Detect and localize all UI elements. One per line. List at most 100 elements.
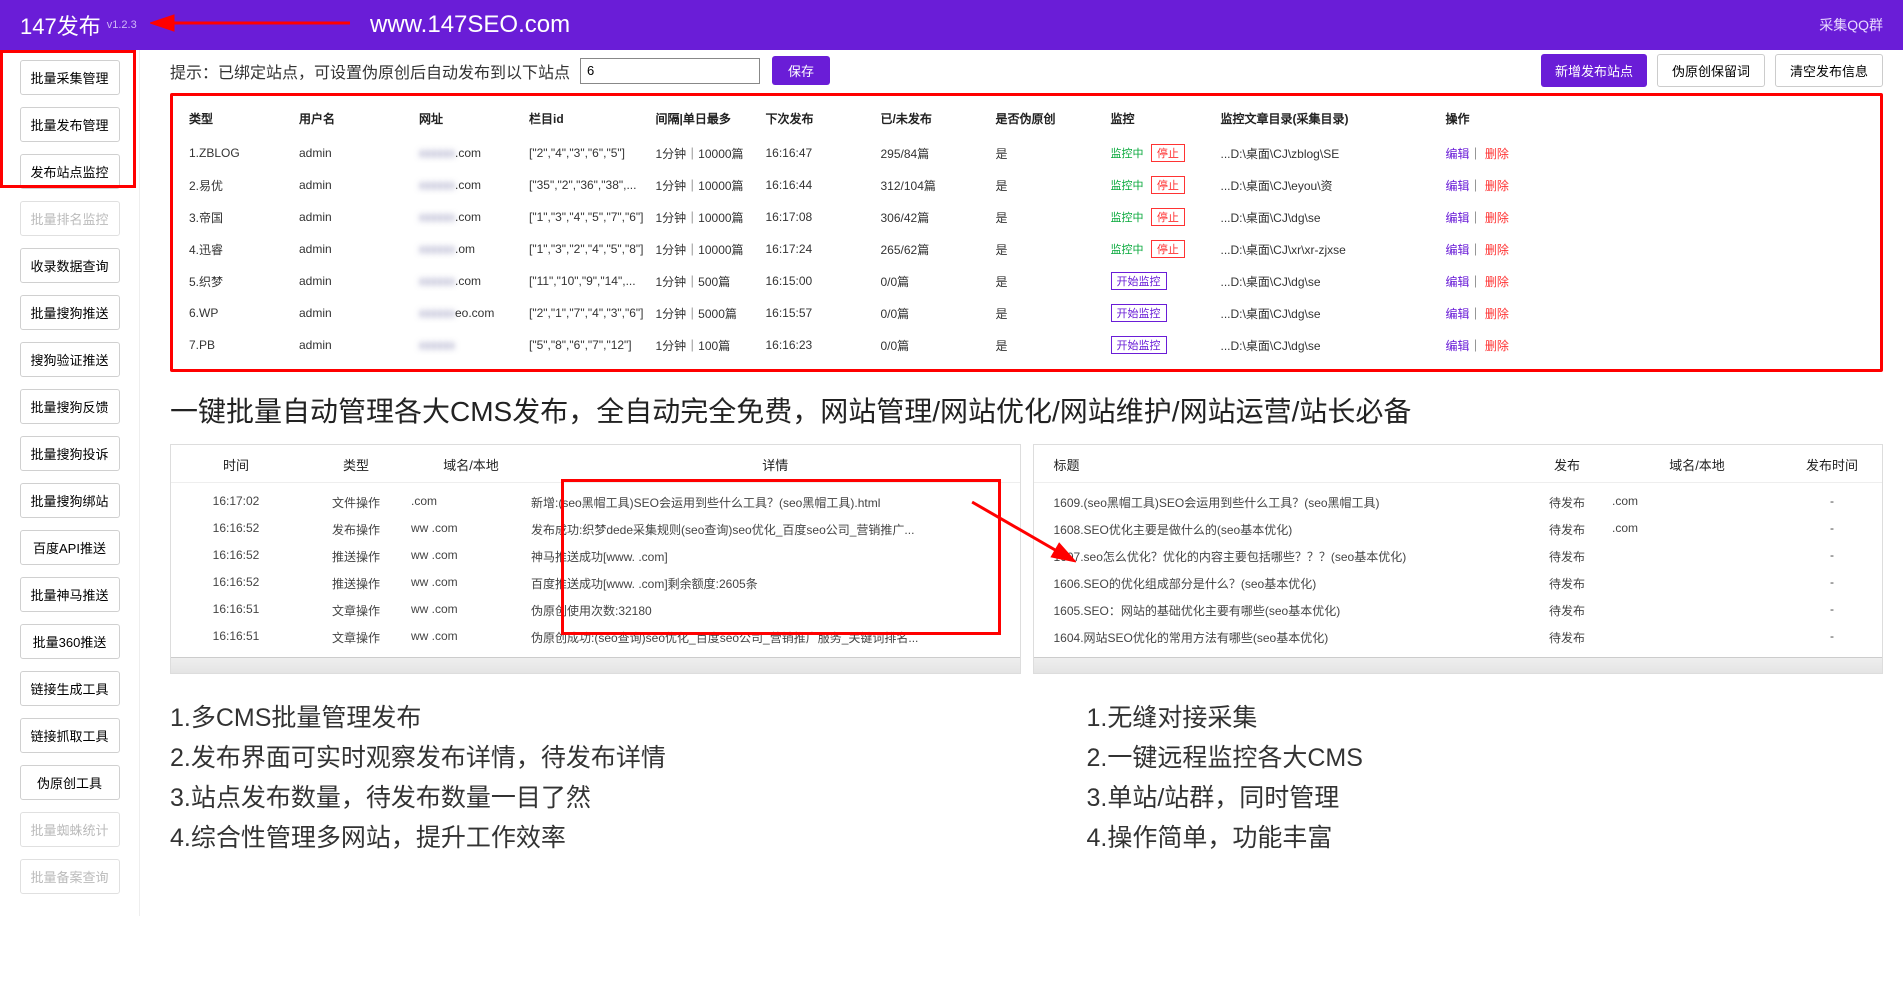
table-row: 5.织梦adminxxxxxx.com["11","10","9","14",.… (183, 265, 1870, 297)
cell-dir: ...D:\桌面\CJ\zblog\SE (1215, 137, 1440, 169)
cell-type: 3.帝国 (183, 201, 293, 233)
monitor-status: 监控中 (1111, 212, 1144, 224)
cell-col: ["5","8","6","7","12"] (523, 329, 650, 361)
monitor-status: 监控中 (1111, 244, 1144, 256)
sidebar-item[interactable]: 批量搜狗投诉 (20, 436, 120, 471)
sidebar-item[interactable]: 链接生成工具 (20, 671, 120, 706)
cell-pub: 0/0篇 (875, 297, 990, 329)
col-int: 间隔|单日最多 (650, 100, 760, 137)
bullet-item: 2.发布界面可实时观察发布详情，待发布详情 (170, 738, 967, 774)
cell-op: 编辑｜ 删除 (1440, 297, 1871, 329)
log-row: 16:16:52推送操作ww .com百度推送成功[www. .com]剩余额度… (171, 570, 1020, 597)
cell-col: ["2","1","7","4","3","6"] (523, 297, 650, 329)
col-type: 类型 (183, 100, 293, 137)
qq-group-link[interactable]: 采集QQ群 (1819, 15, 1883, 35)
delete-link[interactable]: 删除 (1485, 307, 1509, 321)
delete-link[interactable]: 删除 (1485, 147, 1509, 161)
edit-link[interactable]: 编辑 (1446, 339, 1470, 353)
cell-col: ["11","10","9","14",... (523, 265, 650, 297)
stop-button[interactable]: 停止 (1151, 208, 1185, 226)
delete-link[interactable]: 删除 (1485, 211, 1509, 225)
cell-fake[interactable]: 是 (990, 233, 1105, 265)
cell-dir: ...D:\桌面\CJ\dg\se (1215, 265, 1440, 297)
start-button[interactable]: 开始监控 (1111, 336, 1167, 354)
start-button[interactable]: 开始监控 (1111, 272, 1167, 290)
sidebar-item[interactable]: 百度API推送 (20, 530, 120, 565)
sidebar-item[interactable]: 批量神马推送 (20, 577, 120, 612)
col-op: 操作 (1440, 100, 1871, 137)
sites-table-container: 类型 用户名 网址 栏目id 间隔|单日最多 下次发布 已/未发布 是否伪原创 … (170, 93, 1883, 372)
log-row: 1606.SEO的优化组成部分是什么？(seo基本优化)待发布- (1034, 570, 1883, 597)
cell-op: 编辑｜ 删除 (1440, 169, 1871, 201)
cell-pub: 306/42篇 (875, 201, 990, 233)
sidebar-item[interactable]: 批量发布管理 (20, 107, 120, 142)
scrollbar[interactable] (1034, 657, 1883, 673)
cell-url: xxxxxxeo.com (413, 297, 523, 329)
bullet-item: 3.站点发布数量，待发布数量一目了然 (170, 778, 967, 814)
stop-button[interactable]: 停止 (1151, 144, 1185, 162)
edit-link[interactable]: 编辑 (1446, 179, 1470, 193)
delete-link[interactable]: 删除 (1485, 339, 1509, 353)
sidebar-item[interactable]: 批量搜狗推送 (20, 295, 120, 330)
sidebar-item[interactable]: 发布站点监控 (20, 154, 120, 189)
table-row: 2.易优adminxxxxxx.com["35","2","36","38",.… (183, 169, 1870, 201)
sidebar-item[interactable]: 批量搜狗绑站 (20, 483, 120, 518)
cell-user: admin (293, 169, 413, 201)
feature-bullets: 1.多CMS批量管理发布 2.发布界面可实时观察发布详情，待发布详情 3.站点发布数… (170, 694, 1883, 858)
start-button[interactable]: 开始监控 (1111, 304, 1167, 322)
edit-link[interactable]: 编辑 (1446, 243, 1470, 257)
keep-words-button[interactable]: 伪原创保留词 (1657, 54, 1765, 87)
cell-mon: 开始监控 (1105, 329, 1215, 361)
sidebar-item[interactable]: 批量搜狗反馈 (20, 389, 120, 424)
cell-fake[interactable]: 是 (990, 137, 1105, 169)
cell-url: xxxxxx (413, 329, 523, 361)
cell-fake[interactable]: 是 (990, 169, 1105, 201)
save-button[interactable]: 保存 (772, 56, 830, 85)
cell-fake[interactable]: 是 (990, 265, 1105, 297)
bullet-item: 1.无缝对接采集 (1087, 698, 1884, 734)
table-row: 1.ZBLOGadminxxxxxx.com["2","4","3","6","… (183, 137, 1870, 169)
col-pub: 已/未发布 (875, 100, 990, 137)
edit-link[interactable]: 编辑 (1446, 275, 1470, 289)
delete-link[interactable]: 删除 (1485, 275, 1509, 289)
stop-button[interactable]: 停止 (1151, 240, 1185, 258)
log-h-title: 标题 (1034, 455, 1523, 474)
log-row: 1609.(seo黑帽工具)SEO会运用到些什么工具？(seo黑帽工具)待发布 … (1034, 489, 1883, 516)
log-h-detail: 详情 (531, 455, 1020, 474)
app-version: v1.2.3 (107, 19, 137, 31)
cell-dir: ...D:\桌面\CJ\dg\se (1215, 297, 1440, 329)
sidebar-item: 批量备案查询 (20, 859, 120, 894)
token-input[interactable] (580, 58, 760, 84)
delete-link[interactable]: 删除 (1485, 179, 1509, 193)
scrollbar[interactable] (171, 657, 1020, 673)
edit-link[interactable]: 编辑 (1446, 211, 1470, 225)
cell-fake[interactable]: 是 (990, 297, 1105, 329)
cell-dir: ...D:\桌面\CJ\eyou\资 (1215, 169, 1440, 201)
cell-mon: 监控中 停止 (1105, 201, 1215, 233)
add-site-button[interactable]: 新增发布站点 (1541, 54, 1647, 87)
edit-link[interactable]: 编辑 (1446, 307, 1470, 321)
sidebar-item[interactable]: 批量采集管理 (20, 60, 120, 95)
cell-int: 1分钟｜10000篇 (650, 201, 760, 233)
app-header: 147发布 v1.2.3 www.147SEO.com 采集QQ群 (0, 0, 1903, 50)
stop-button[interactable]: 停止 (1151, 176, 1185, 194)
delete-link[interactable]: 删除 (1485, 243, 1509, 257)
bullet-item: 1.多CMS批量管理发布 (170, 698, 967, 734)
cell-fake[interactable]: 是 (990, 329, 1105, 361)
cell-user: admin (293, 137, 413, 169)
sidebar-item[interactable]: 搜狗验证推送 (20, 342, 120, 377)
cell-col: ["1","3","2","4","5","8"] (523, 233, 650, 265)
cell-user: admin (293, 233, 413, 265)
app-title: 147发布 (20, 9, 101, 41)
table-row: 6.WPadminxxxxxxeo.com["2","1","7","4","3… (183, 297, 1870, 329)
edit-link[interactable]: 编辑 (1446, 147, 1470, 161)
sidebar-item[interactable]: 批量360推送 (20, 624, 120, 659)
bullet-item: 3.单站/站群，同时管理 (1087, 778, 1884, 814)
sidebar-item[interactable]: 链接抓取工具 (20, 718, 120, 753)
sidebar-item[interactable]: 伪原创工具 (20, 765, 120, 800)
sidebar-item[interactable]: 收录数据查询 (20, 248, 120, 283)
cell-url: xxxxxx.com (413, 201, 523, 233)
log-panel-left: 时间 类型 域名/本地 详情 16:17:02文件操作 .com新增:(seo黑… (170, 444, 1021, 674)
cell-fake[interactable]: 是 (990, 201, 1105, 233)
clear-button[interactable]: 清空发布信息 (1775, 54, 1883, 87)
